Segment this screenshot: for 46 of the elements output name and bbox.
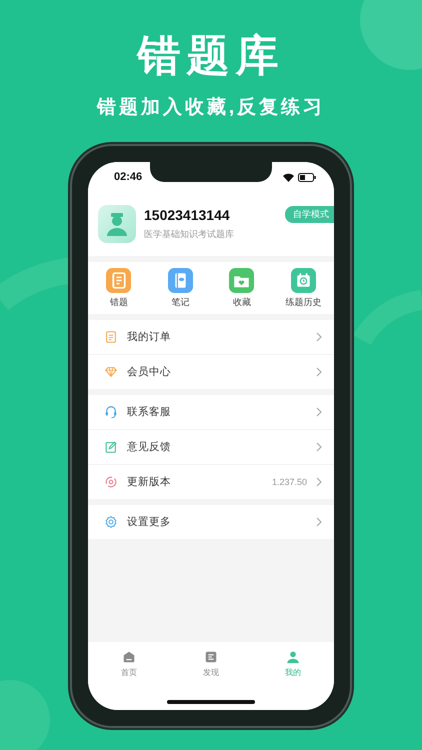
wifi-icon [283,172,294,182]
notebook-icon[interactable] [106,268,132,292]
shortcut-label: 练题历史 [285,296,322,308]
tab[interactable]: 发现 [170,650,252,678]
person-icon [286,650,300,664]
menu-label: 意见反馈 [127,440,172,454]
version-text: 1.237.50 [272,477,307,487]
home-icon [122,650,136,664]
menu-label: 我的订单 [127,330,172,344]
decoration-arc [354,290,422,346]
document-icon [104,330,118,344]
calendar-clock-icon[interactable] [290,268,316,292]
menu-item[interactable]: 我的订单 [88,320,334,355]
battery-icon [298,172,316,182]
refresh-icon [104,475,118,489]
status-time: 02:46 [114,171,142,183]
diamond-icon [104,365,118,379]
book-icon[interactable] [168,268,193,292]
headline: 错题库 [138,31,284,82]
menu-item[interactable]: 意见反馈 [88,430,334,465]
document-icon [204,650,218,664]
headset-icon [104,405,118,419]
chevron-icon [316,407,322,417]
phone-number: 15023413144 [144,207,231,223]
menu-label: 设置更多 [127,515,172,529]
menu-item[interactable]: 会员中心 [88,355,334,389]
avatar-icon [98,205,136,243]
chevron-icon [316,332,322,342]
chevron-icon [316,517,322,527]
shortcut-label: 收藏 [232,296,251,308]
chevron-icon [316,442,322,452]
menu-item[interactable]: 设置更多 [88,505,334,539]
menu-label: 会员中心 [127,365,172,379]
edit-icon [104,440,118,454]
menu-item[interactable]: 更新版本 1.237.50 [88,465,334,499]
profile-subtitle: 医学基础知识考试题库 [144,228,235,241]
menu-label: 更新版本 [127,475,172,489]
shortcut-label: 错题 [110,296,128,308]
chevron-icon [316,477,322,487]
tab[interactable]: 首页 [88,650,170,678]
subtitle: 错题加入收藏,反复练习 [96,96,326,120]
chevron-icon [316,367,322,377]
shortcut-label: 笔记 [171,296,190,308]
menu-item[interactable]: 联系客服 [88,395,334,430]
settings-icon [104,515,118,529]
menu-label: 联系客服 [127,405,172,419]
